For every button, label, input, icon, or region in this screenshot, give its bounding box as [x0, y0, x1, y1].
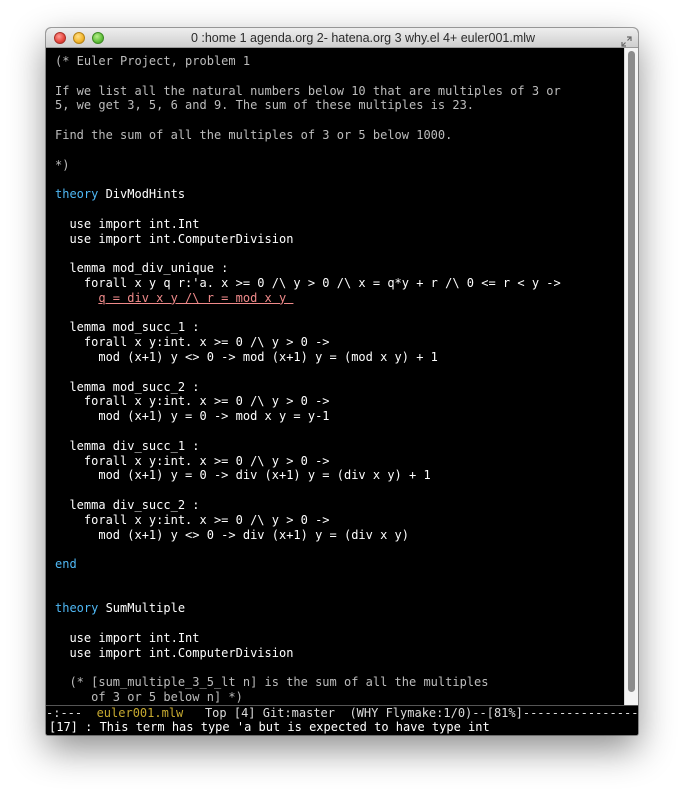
code-line[interactable]: use import int.ComputerDivision — [55, 232, 561, 247]
code-line[interactable]: forall x y q r:'a. x >= 0 /\ y > 0 /\ x … — [55, 276, 561, 291]
comment-text: (* [sum_multiple_3_5_lt n] is the sum of… — [55, 675, 489, 690]
comment-text: 5, we get 3, 5, 6 and 9. The sum of thes… — [55, 98, 475, 113]
code-line[interactable]: 5, we get 3, 5, 6 and 9. The sum of thes… — [55, 98, 561, 113]
code-token: forall x y:int. x >= 0 /\ y > 0 -> — [55, 335, 330, 350]
code-token: lemma mod_succ_1 : — [55, 320, 200, 335]
code-token: use import int.Int — [55, 631, 200, 646]
code-line[interactable]: forall x y:int. x >= 0 /\ y > 0 -> — [55, 513, 561, 528]
close-window-button[interactable] — [54, 32, 66, 44]
code-line[interactable] — [55, 661, 561, 676]
code-line[interactable] — [55, 69, 561, 84]
code-line[interactable]: theory DivModHints — [55, 187, 561, 202]
code-line[interactable] — [55, 572, 561, 587]
code-token: DivModHints — [98, 187, 186, 202]
code-line[interactable]: mod (x+1) y = 0 -> div (x+1) y = (div x … — [55, 468, 561, 483]
keyword-token: theory — [55, 601, 99, 616]
code-line[interactable]: theory SumMultiple — [55, 601, 561, 616]
comment-text: Find the sum of all the multiples of 3 o… — [55, 127, 453, 142]
code-token: forall x y:int. x >= 0 /\ y > 0 -> — [55, 394, 330, 409]
code-line[interactable]: mod (x+1) y <> 0 -> mod (x+1) y = (mod x… — [55, 350, 561, 365]
code-token: forall x y q r:'a. x >= 0 /\ y > 0 /\ x … — [55, 275, 561, 290]
code-line[interactable]: use import int.Int — [55, 217, 561, 232]
code-token: lemma div_succ_1 : — [55, 438, 200, 453]
code-line[interactable]: use import int.Int — [55, 631, 561, 646]
code-token: mod (x+1) y = 0 -> div (x+1) y = (div x … — [55, 468, 431, 483]
code-line[interactable] — [55, 172, 561, 187]
mode-line: -:--- euler001.mlw Top [4] Git:master (W… — [46, 705, 638, 720]
code-editor[interactable]: (* Euler Project, problem 1 If we list al… — [46, 48, 624, 733]
code-token: use import int.Int — [55, 216, 200, 231]
code-line[interactable] — [55, 202, 561, 217]
zoom-window-button[interactable] — [92, 32, 104, 44]
code-line[interactable]: lemma mod_succ_2 : — [55, 380, 561, 395]
code-token: mod (x+1) y = 0 -> mod x y = y-1 — [55, 409, 330, 424]
editor-window: 0 :home 1 agenda.org 2- hatena.org 3 why… — [46, 28, 638, 735]
code-token: lemma mod_div_unique : — [55, 261, 229, 276]
code-line[interactable]: (* Euler Project, problem 1 — [55, 54, 561, 69]
keyword-token: theory — [55, 187, 99, 202]
code-line[interactable]: use import int.ComputerDivision — [55, 646, 561, 661]
code-line[interactable]: lemma mod_succ_1 : — [55, 320, 561, 335]
keyword-token: end — [55, 557, 77, 572]
fullscreen-icon[interactable] — [621, 32, 632, 47]
code-line[interactable]: lemma div_succ_1 : — [55, 439, 561, 454]
code-line[interactable] — [55, 616, 561, 631]
code-token: lemma mod_succ_2 : — [55, 379, 200, 394]
comment-text: of 3 or 5 below n] *) — [55, 690, 243, 705]
code-token: use import int.ComputerDivision — [55, 231, 294, 246]
code-line[interactable] — [55, 424, 561, 439]
mode-line-status: -:--- — [46, 706, 97, 720]
window-title: 0 :home 1 agenda.org 2- hatena.org 3 why… — [190, 31, 536, 45]
code-token: forall x y:int. x >= 0 /\ y > 0 -> — [55, 512, 330, 527]
code-line[interactable]: forall x y:int. x >= 0 /\ y > 0 -> — [55, 454, 561, 469]
code-token: SumMultiple — [98, 601, 186, 616]
scrollbar-thumb[interactable] — [628, 51, 635, 692]
code-token: use import int.ComputerDivision — [55, 645, 294, 660]
minibuffer-message[interactable]: [17] : This term has type 'a but is expe… — [46, 720, 638, 735]
code-line[interactable]: mod (x+1) y = 0 -> mod x y = y-1 — [55, 409, 561, 424]
code-line[interactable]: lemma div_succ_2 : — [55, 498, 561, 513]
code-line[interactable]: (* [sum_multiple_3_5_lt n] is the sum of… — [55, 675, 561, 690]
code-line[interactable]: *) — [55, 158, 561, 173]
comment-text: *) — [55, 157, 70, 172]
title-bar[interactable]: 0 :home 1 agenda.org 2- hatena.org 3 why… — [46, 28, 638, 48]
code-line[interactable] — [55, 143, 561, 158]
code-token: mod (x+1) y <> 0 -> div (x+1) y = (div x… — [55, 527, 410, 542]
comment-text: If we list all the natural numbers below… — [55, 83, 561, 98]
code-text[interactable]: (* Euler Project, problem 1 If we list al… — [55, 54, 561, 705]
error-highlight: q = div x y /\ r = mod x y — [98, 290, 294, 305]
code-line[interactable]: forall x y:int. x >= 0 /\ y > 0 -> — [55, 335, 561, 350]
code-token: mod (x+1) y <> 0 -> mod (x+1) y = (mod x… — [55, 349, 438, 364]
mode-line-buffer-name[interactable]: euler001.mlw — [97, 706, 184, 720]
code-line[interactable] — [55, 306, 561, 321]
code-token: lemma div_succ_2 : — [55, 497, 200, 512]
code-line[interactable] — [55, 587, 561, 602]
code-line[interactable]: q = div x y /\ r = mod x y — [55, 291, 561, 306]
mode-line-info: Top [4] Git:master (WHY Flymake:1/0)--[8… — [204, 706, 638, 720]
code-line[interactable] — [55, 542, 561, 557]
comment-text: (* Euler Project, problem 1 — [55, 54, 251, 68]
code-line[interactable] — [55, 365, 561, 380]
code-line[interactable]: If we list all the natural numbers below… — [55, 84, 561, 99]
code-line[interactable]: forall x y:int. x >= 0 /\ y > 0 -> — [55, 394, 561, 409]
code-line[interactable] — [55, 113, 561, 128]
code-line[interactable] — [55, 246, 561, 261]
code-line[interactable]: Find the sum of all the multiples of 3 o… — [55, 128, 561, 143]
code-line[interactable]: end — [55, 557, 561, 572]
code-line[interactable]: mod (x+1) y <> 0 -> div (x+1) y = (div x… — [55, 528, 561, 543]
code-line[interactable]: lemma mod_div_unique : — [55, 261, 561, 276]
minimize-window-button[interactable] — [73, 32, 85, 44]
code-token: forall x y:int. x >= 0 /\ y > 0 -> — [55, 453, 330, 468]
code-line[interactable]: of 3 or 5 below n] *) — [55, 690, 561, 705]
vertical-scrollbar[interactable] — [624, 48, 638, 727]
code-line[interactable] — [55, 483, 561, 498]
